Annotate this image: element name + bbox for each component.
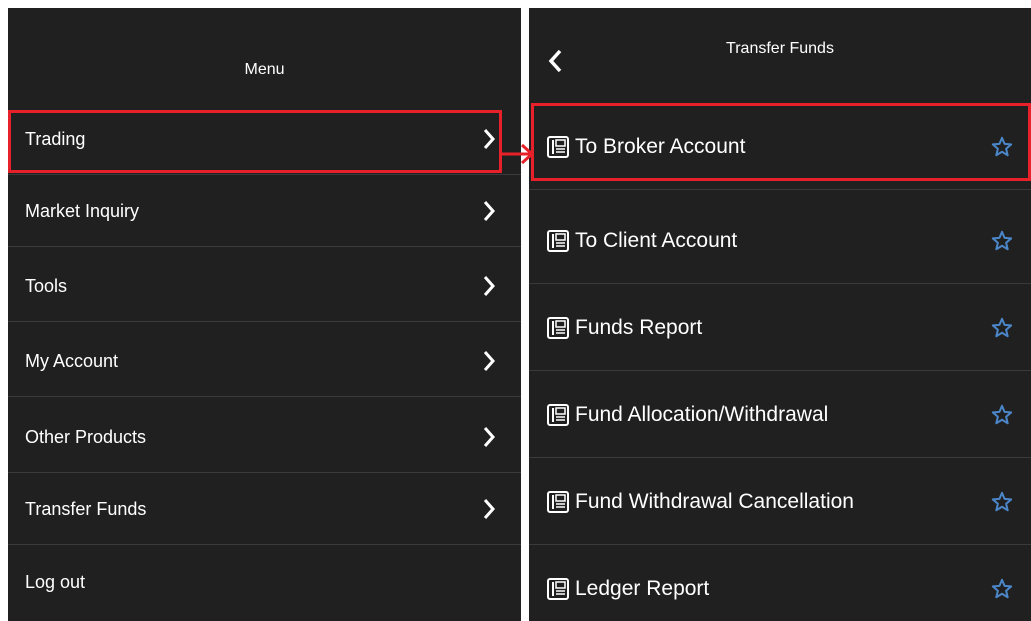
menu-item-market-inquiry[interactable]: Market Inquiry [8,175,521,247]
submenu-item-label: Fund Allocation/Withdrawal [575,402,829,426]
document-icon [547,577,569,600]
menu-item-label: Trading [25,128,86,149]
document-icon [547,229,569,252]
transfer-funds-panel: Transfer Funds To Broker Account To Clie… [529,8,1031,621]
star-icon[interactable] [991,491,1013,513]
back-chevron-icon[interactable] [545,46,565,76]
document-icon [547,490,569,513]
submenu-item-label: Ledger Report [575,576,710,600]
document-icon [547,316,569,339]
transfer-funds-title: Transfer Funds [726,39,834,57]
menu-item-my-account[interactable]: My Account [8,325,521,397]
menu-item-other-products[interactable]: Other Products [8,401,521,473]
submenu-item-to-client-account[interactable]: To Client Account [529,197,1031,284]
menu-item-log-out[interactable]: Log out [8,546,521,618]
menu-item-tools[interactable]: Tools [8,250,521,322]
menu-item-label: Log out [25,571,86,592]
document-icon [547,135,569,158]
star-icon[interactable] [991,136,1013,158]
submenu-item-fund-allocation-withdrawal[interactable]: Fund Allocation/Withdrawal [529,371,1031,458]
chevron-right-icon [483,499,496,519]
chevron-right-icon [483,201,496,221]
submenu-item-label: To Client Account [575,228,738,252]
star-icon[interactable] [991,404,1013,426]
star-icon[interactable] [991,317,1013,339]
chevron-right-icon [483,129,496,149]
menu-item-trading[interactable]: Trading [8,103,521,175]
submenu-item-ledger-report[interactable]: Ledger Report [529,545,1031,621]
submenu-item-fund-withdrawal-cancellation[interactable]: Fund Withdrawal Cancellation [529,458,1031,545]
chevron-right-icon [483,427,496,447]
submenu-item-label: Funds Report [575,315,703,339]
document-icon [547,403,569,426]
menu-item-transfer-funds[interactable]: Transfer Funds [8,473,521,545]
menu-header: Menu [8,8,521,103]
submenu-item-label: To Broker Account [575,134,746,158]
chevron-right-icon [483,276,496,296]
menu-panel: Menu Trading Market Inquiry Tools My Acc… [8,8,521,621]
transfer-funds-header: Transfer Funds [529,8,1031,103]
menu-item-label: Transfer Funds [25,498,147,519]
menu-item-label: Tools [25,275,68,296]
menu-item-label: Other Products [25,426,147,447]
submenu-item-to-broker-account[interactable]: To Broker Account [529,103,1031,190]
menu-item-label: Market Inquiry [25,200,140,221]
menu-item-label: My Account [25,350,119,371]
submenu-item-funds-report[interactable]: Funds Report [529,284,1031,371]
star-icon[interactable] [991,578,1013,600]
chevron-right-icon [483,351,496,371]
star-icon[interactable] [991,230,1013,252]
submenu-item-label: Fund Withdrawal Cancellation [575,489,854,513]
menu-title: Menu [244,60,285,78]
